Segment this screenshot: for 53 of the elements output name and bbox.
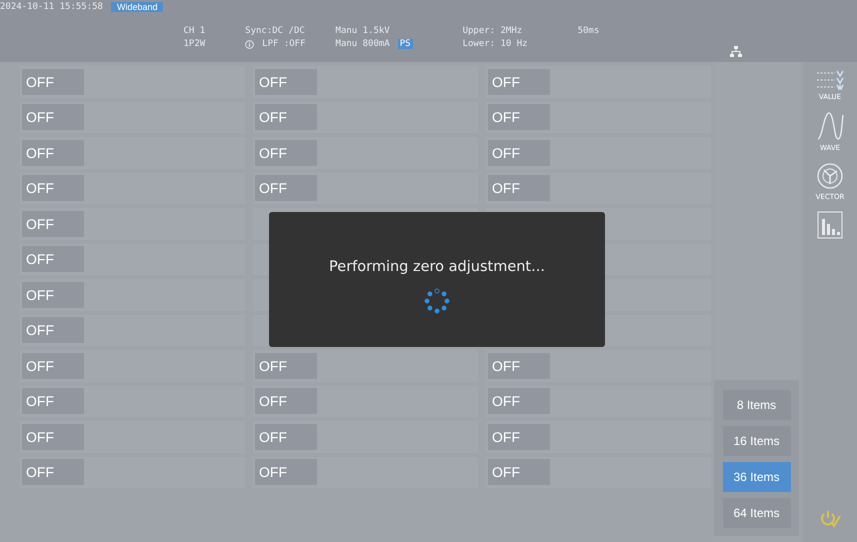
off-indicator: OFF [255, 352, 317, 379]
off-indicator: OFF [22, 317, 84, 344]
off-indicator: OFF [488, 388, 550, 414]
wiring-label: 1P2W [183, 39, 206, 49]
datetime: 2024-10-11 15:55:58 [0, 2, 103, 12]
off-indicator: OFF [488, 140, 550, 166]
off-indicator: OFF [22, 246, 84, 272]
off-indicator: OFF [22, 352, 84, 379]
off-indicator: OFF [255, 388, 317, 414]
off-indicator: OFF [22, 68, 84, 95]
voltage-range: Manu 1.5kV [336, 26, 391, 36]
item-count-button[interactable]: 8 Items [722, 390, 790, 420]
item-count-button[interactable]: 64 Items [722, 498, 790, 528]
off-indicator: OFF [22, 175, 84, 202]
power-check-icon[interactable] [819, 510, 841, 528]
off-indicator: OFF [22, 459, 84, 486]
wave-icon[interactable] [816, 111, 844, 141]
off-indicator: OFF [22, 282, 84, 308]
off-indicator: OFF [255, 175, 317, 202]
band-badge: Wideband [110, 2, 164, 12]
bar-chart-icon[interactable] [817, 211, 843, 239]
interval-label: 50ms [578, 26, 600, 36]
spinner-icon [423, 286, 451, 314]
off-indicator: OFF [255, 68, 317, 95]
lower-frequency: Lower: 10 Hz [462, 39, 528, 49]
off-indicator: OFF [22, 104, 84, 130]
off-indicator: OFF [488, 459, 550, 486]
network-icon [730, 46, 742, 57]
item-count-button[interactable]: 36 Items [722, 462, 790, 492]
channel-label: CH 1 [183, 26, 206, 36]
off-indicator: OFF [22, 388, 84, 414]
info-icon [245, 40, 254, 48]
progress-message: Performing zero adjustment... [329, 258, 545, 274]
off-indicator: OFF [488, 424, 550, 450]
off-indicator: OFF [488, 352, 550, 379]
item-count-button[interactable]: 16 Items [722, 426, 790, 456]
off-indicator: OFF [22, 140, 84, 166]
upper-frequency: Upper: 2MHz [462, 26, 524, 36]
off-indicator: OFF [255, 140, 317, 166]
value-icon[interactable] [815, 70, 845, 90]
lpf-label: LPF :OFF [262, 39, 306, 49]
off-indicator: OFF [488, 104, 550, 130]
off-indicator: OFF [488, 68, 550, 95]
off-indicator: OFF [22, 210, 84, 237]
off-indicator: OFF [255, 459, 317, 486]
off-indicator: OFF [488, 175, 550, 202]
vector-icon[interactable] [816, 162, 844, 190]
off-indicator: OFF [255, 424, 317, 450]
off-indicator: OFF [22, 424, 84, 450]
sync-label: Sync:DC /DC [245, 26, 306, 36]
current-range: Manu 800mA [336, 39, 390, 49]
off-indicator: OFF [255, 104, 317, 130]
ps-badge: PS [398, 39, 413, 49]
